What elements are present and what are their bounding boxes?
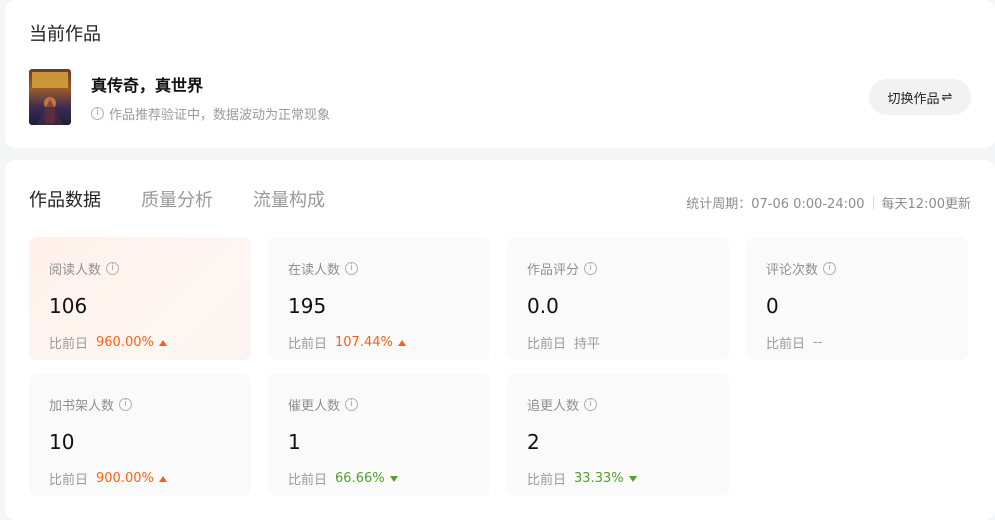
metric-label-wrap: 催更人数 i — [288, 395, 359, 414]
metric-label-wrap: 追更人数 i — [527, 395, 598, 414]
metric-change: 900.00% — [96, 471, 167, 486]
metric-value: 0 — [766, 294, 779, 318]
current-work-card: 当前作品 真传奇，真世界 i 作品推荐验证中，数据波动为正常现象 切换作品 ⇌ — [5, 0, 995, 148]
metric-label: 催更人数 — [288, 399, 341, 414]
book-cover-image[interactable] — [29, 69, 71, 125]
metric-label: 在读人数 — [288, 263, 341, 278]
metric-card-follow-update[interactable]: 追更人数 i 2 比前日 33.33% — [507, 373, 729, 496]
info-icon[interactable]: i — [345, 398, 359, 411]
info-icon[interactable]: i — [823, 262, 837, 275]
metric-change: 107.44% — [335, 335, 406, 350]
book-title: 真传奇，真世界 — [91, 76, 204, 95]
stats-card: 作品数据 质量分析 流量构成 统计周期：07-06 0:00-24:00 每天1… — [5, 160, 995, 520]
compare-label: 比前日 — [288, 473, 328, 488]
metric-value: 106 — [49, 294, 88, 318]
compare-label: 比前日 — [288, 337, 328, 352]
trend-down-icon — [389, 475, 398, 482]
metric-change: 33.33% — [574, 471, 637, 486]
info-icon[interactable]: i — [345, 262, 359, 275]
compare-label: 比前日 — [49, 337, 89, 352]
compare-label: 比前日 — [527, 337, 567, 352]
metric-compare: 比前日 107.44% — [288, 333, 406, 352]
metric-card-rating[interactable]: 作品评分 i 0.0 比前日 持平 — [507, 237, 729, 360]
metric-change: 960.00% — [96, 335, 167, 350]
switch-work-button[interactable]: 切换作品 ⇌ — [869, 79, 971, 115]
tab-work-data[interactable]: 作品数据 — [29, 186, 101, 212]
compare-label: 比前日 — [527, 473, 567, 488]
change-value: -- — [813, 335, 823, 350]
trend-up-icon — [158, 475, 167, 482]
update-note: 每天12:00更新 — [881, 197, 971, 212]
stats-period: 统计周期：07-06 0:00-24:00 每天12:00更新 — [686, 193, 971, 212]
metric-card-urge-update[interactable]: 催更人数 i 1 比前日 66.66% — [268, 373, 490, 496]
stats-tabs: 作品数据 质量分析 流量构成 — [29, 186, 325, 212]
metric-compare: 比前日 66.66% — [288, 469, 398, 488]
metric-compare: 比前日 33.33% — [527, 469, 637, 488]
switch-work-label: 切换作品 — [887, 91, 940, 107]
metric-value: 1 — [288, 430, 301, 454]
tab-traffic-composition[interactable]: 流量构成 — [253, 186, 325, 212]
metric-label: 加书架人数 — [49, 399, 115, 414]
metric-label-wrap: 作品评分 i — [527, 259, 598, 278]
metric-label-wrap: 在读人数 i — [288, 259, 359, 278]
change-value: 33.33% — [574, 471, 624, 486]
info-icon[interactable]: i — [584, 398, 598, 411]
tab-quality-analysis[interactable]: 质量分析 — [141, 186, 213, 212]
metric-compare: 比前日 960.00% — [49, 333, 167, 352]
change-value: 900.00% — [96, 471, 154, 486]
metric-label: 阅读人数 — [49, 263, 102, 278]
metric-label-wrap: 加书架人数 i — [49, 395, 133, 414]
trend-up-icon — [397, 339, 406, 346]
metric-card-reading-now[interactable]: 在读人数 i 195 比前日 107.44% — [268, 237, 490, 360]
metric-value: 195 — [288, 294, 327, 318]
change-value: 107.44% — [335, 335, 393, 350]
metric-label-wrap: 阅读人数 i — [49, 259, 120, 278]
trend-up-icon — [158, 339, 167, 346]
notice-label: 作品推荐验证中，数据波动为正常现象 — [109, 108, 331, 123]
metric-card-readers[interactable]: 阅读人数 i 106 比前日 960.00% — [29, 237, 251, 360]
change-value: 66.66% — [335, 471, 385, 486]
metric-change: 66.66% — [335, 471, 398, 486]
metric-card-comments[interactable]: 评论次数 i 0 比前日 -- — [746, 237, 968, 360]
compare-label: 比前日 — [49, 473, 89, 488]
notice-text: i 作品推荐验证中，数据波动为正常现象 — [91, 104, 330, 123]
metric-compare: 比前日 900.00% — [49, 469, 167, 488]
trend-down-icon — [628, 475, 637, 482]
metric-change: 持平 — [574, 333, 600, 352]
metric-compare: 比前日 持平 — [527, 333, 600, 352]
swap-arrows-icon: ⇌ — [941, 89, 953, 105]
metric-label-wrap: 评论次数 i — [766, 259, 837, 278]
section-title: 当前作品 — [29, 24, 101, 45]
metric-card-bookshelf[interactable]: 加书架人数 i 10 比前日 900.00% — [29, 373, 251, 496]
metric-label: 追更人数 — [527, 399, 580, 414]
info-icon[interactable]: i — [584, 262, 598, 275]
info-icon[interactable]: i — [119, 398, 133, 411]
period-text: 统计周期：07-06 0:00-24:00 — [686, 197, 865, 212]
info-icon: i — [91, 107, 104, 120]
info-icon[interactable]: i — [106, 262, 120, 275]
compare-label: 比前日 — [766, 337, 806, 352]
change-value: 持平 — [574, 337, 601, 352]
change-value: 960.00% — [96, 335, 154, 350]
metric-label: 评论次数 — [766, 263, 819, 278]
metric-value: 10 — [49, 430, 75, 454]
metric-value: 2 — [527, 430, 540, 454]
metric-compare: 比前日 -- — [766, 333, 822, 352]
metric-label: 作品评分 — [527, 263, 580, 278]
metric-value: 0.0 — [527, 294, 559, 318]
metric-change: -- — [813, 335, 822, 350]
divider — [872, 196, 874, 209]
